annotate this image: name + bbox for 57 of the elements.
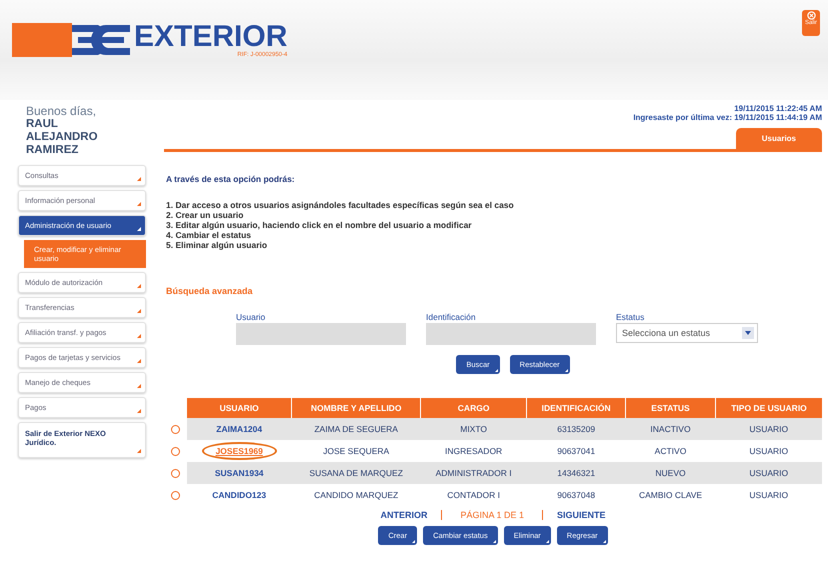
table-cell: 63135209 bbox=[526, 418, 626, 440]
field-label: Identificación bbox=[426, 312, 477, 322]
table-cell: 90637048 bbox=[526, 484, 626, 506]
field-label: Estatus bbox=[616, 312, 646, 322]
table-cell: 90637041 bbox=[526, 440, 626, 462]
row-radio[interactable] bbox=[170, 424, 180, 434]
table-cell: ADMINISTRADOR I bbox=[420, 462, 527, 484]
table-cell: ZAIMA DE SEGUERA bbox=[292, 418, 420, 440]
logo-text: EXTERIOR bbox=[134, 22, 288, 52]
row-radio[interactable] bbox=[170, 468, 180, 478]
greeting-text: Buenos días, bbox=[26, 104, 98, 118]
user-name: RAUL ALEJANDRO RAMIREZ bbox=[26, 118, 99, 157]
table-cell: MIXTO bbox=[420, 418, 527, 440]
table-cell: USUARIO bbox=[716, 440, 822, 462]
user-link[interactable]: CANDIDO123 bbox=[206, 488, 272, 502]
current-datetime: 19/11/2015 11:22:45 AM bbox=[734, 104, 822, 113]
page-indicator: PÁGINA 1 DE 1 bbox=[441, 510, 543, 520]
column-header: ESTATUS bbox=[625, 398, 716, 418]
logo-bar bbox=[12, 23, 72, 57]
status-dropdown[interactable]: Selecciona un estatus bbox=[616, 323, 758, 343]
tab[interactable]: Usuarios bbox=[736, 128, 822, 149]
input-field[interactable] bbox=[236, 323, 406, 345]
user-link[interactable]: JOSES1969 bbox=[202, 442, 277, 460]
table-cell: INGRESADOR bbox=[420, 440, 527, 462]
close-icon bbox=[806, 11, 816, 20]
step-text: 5. Eliminar algún usuario bbox=[166, 240, 268, 250]
table-cell: 14346321 bbox=[526, 462, 626, 484]
table-cell: USUARIO bbox=[716, 418, 822, 440]
input-field[interactable] bbox=[426, 323, 596, 345]
row-radio[interactable] bbox=[170, 490, 180, 500]
table-cell: NUEVO bbox=[625, 462, 716, 484]
last-login-text: Ingresaste por última vez: 19/11/2015 11:44:19 AM bbox=[633, 113, 822, 122]
step-text: 4. Cambiar el estatus bbox=[166, 230, 252, 240]
column-header: TIPO DE USUARIO bbox=[716, 398, 822, 418]
table-cell: JOSE SEQUERA bbox=[292, 440, 420, 462]
field-label: Usuario bbox=[236, 312, 266, 322]
logo-mark-icon bbox=[70, 23, 132, 57]
row-radio[interactable] bbox=[170, 446, 180, 456]
table-cell: CONTADOR I bbox=[420, 484, 527, 506]
intro-heading: A través de esta opción podrás: bbox=[166, 174, 296, 184]
next-link[interactable]: SIGUIENTE bbox=[543, 510, 620, 520]
step-text: 2. Crear un usuario bbox=[166, 210, 244, 220]
column-header: USUARIO bbox=[186, 398, 292, 418]
column-header: IDENTIFICACIÓN bbox=[526, 398, 626, 418]
table-cell: USUARIO bbox=[716, 484, 822, 506]
column-header: NOMBRE Y APELLIDO bbox=[292, 398, 420, 418]
table-cell: CAMBIO CLAVE bbox=[625, 484, 716, 506]
search-title: Búsqueda avanzada bbox=[166, 286, 254, 296]
table-cell: CANDIDO MARQUEZ bbox=[292, 484, 420, 506]
previous-link[interactable]: ANTERIOR bbox=[366, 510, 442, 520]
step-text: 1. Dar acceso a otros usuarios asignándoles facultades específicas según sea el caso bbox=[166, 200, 515, 210]
table-cell: SUSANA DE MARQUEZ bbox=[292, 462, 420, 484]
table-cell: INACTIVO bbox=[625, 418, 716, 440]
column-header: CARGO bbox=[420, 398, 527, 418]
step-text: 3. Editar algún usuario, haciendo click en el nombre del usuario a modificar bbox=[166, 220, 473, 230]
table-cell: ACTIVO bbox=[625, 440, 716, 462]
table-cell: USUARIO bbox=[716, 462, 822, 484]
